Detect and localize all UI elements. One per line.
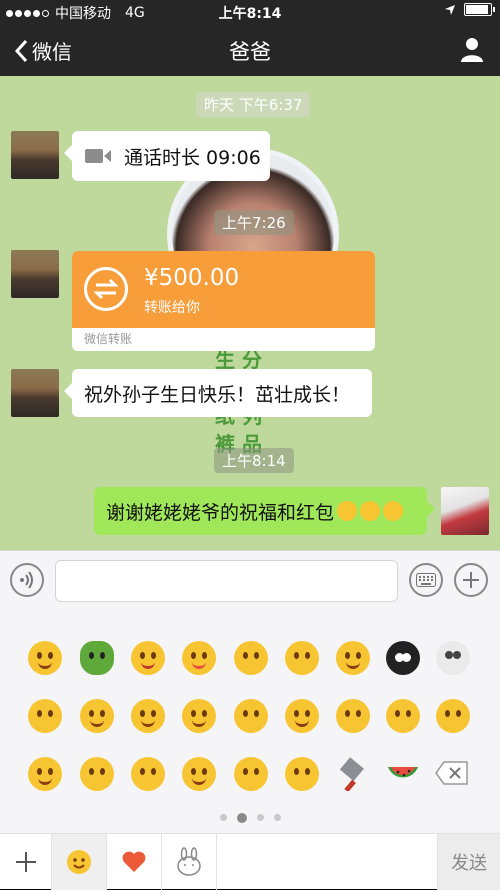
transfer-icon — [84, 267, 128, 311]
timestamp-yesterday: 昨天 下午6:37 — [196, 92, 311, 117]
battery-icon — [464, 3, 495, 16]
keyboard-icon — [416, 573, 436, 587]
cleaver-emoji-icon[interactable] — [336, 757, 370, 791]
emoji-page-indicator — [0, 813, 500, 823]
emoji-panel — [0, 611, 500, 833]
call-duration-bubble[interactable]: 通话时长 09:06 — [64, 131, 270, 181]
turtle-emoji-icon[interactable] — [80, 641, 114, 675]
watermelon-emoji-icon[interactable] — [386, 757, 420, 791]
sly-emoji-icon[interactable] — [182, 757, 216, 791]
grimace-emoji-icon[interactable] — [285, 699, 319, 733]
emoji-tab-bar: 发送 — [0, 833, 500, 890]
wronged-emoji-icon[interactable] — [80, 757, 114, 791]
sticker-pack-tab[interactable] — [162, 834, 217, 890]
sent-message-bubble[interactable]: 谢谢姥姥姥爷的祝福和红包 — [94, 487, 435, 535]
nose-pick-emoji-icon[interactable] — [234, 699, 268, 733]
location-icon — [445, 4, 455, 15]
sent-message-text: 谢谢姥姥姥爷的祝福和红包 — [106, 501, 335, 524]
backspace-icon[interactable] — [435, 761, 469, 785]
transfer-footer: 微信转账 — [84, 332, 133, 346]
timestamp-726: 上午7:26 — [214, 210, 294, 235]
skull-emoji-icon[interactable] — [436, 641, 470, 675]
status-time: 上午8:14 — [218, 6, 282, 22]
avatar[interactable] — [11, 250, 59, 298]
heart-icon — [122, 851, 146, 872]
call-duration-text: 通话时长 09:06 — [124, 146, 261, 169]
input-bar — [0, 550, 500, 611]
transfer-amount: ¥500.00 — [144, 265, 240, 291]
angry-emoji-icon[interactable] — [28, 757, 62, 791]
birthday-message-bubble[interactable]: 祝外孙子生日快乐！茁壮成长！ — [64, 369, 372, 417]
smirk-emoji-icon[interactable] — [182, 699, 216, 733]
default-emoji-tab[interactable] — [52, 834, 107, 890]
more-button[interactable] — [454, 563, 488, 597]
confused-emoji-icon[interactable] — [234, 641, 268, 675]
pondering-emoji-icon[interactable] — [80, 699, 114, 733]
tongue-emoji-icon[interactable] — [182, 641, 216, 675]
blowing-kiss-emoji-icon — [337, 501, 358, 521]
self-avatar[interactable] — [441, 487, 489, 535]
rabbit-icon — [177, 847, 201, 876]
grin-emoji-icon[interactable] — [28, 641, 62, 675]
chat-title: 爸爸 — [229, 40, 271, 64]
video-call-icon — [85, 149, 111, 163]
transfer-subtitle: 转账给你 — [144, 300, 200, 316]
chat-area[interactable]: 生 分洗 系纸 列裤 品 昨天 下午6:37 通话时长 09:06 上午7:26… — [0, 76, 500, 550]
smiley-icon — [67, 850, 91, 874]
timestamp-814: 上午8:14 — [214, 448, 294, 473]
sad-emoji-icon[interactable] — [131, 757, 165, 791]
blowing-kiss-emoji-icon — [360, 501, 381, 521]
nav-bar: 微信 爸爸 — [0, 24, 500, 76]
voice-toggle-button[interactable] — [10, 563, 44, 597]
bomb-emoji-icon[interactable] — [386, 641, 420, 675]
avatar[interactable] — [11, 131, 59, 179]
transfer-card[interactable]: ¥500.00 转账给你 微信转账 — [72, 251, 375, 351]
keyboard-toggle-button[interactable] — [409, 563, 443, 597]
add-emoji-tab[interactable] — [0, 834, 52, 890]
send-button[interactable]: 发送 — [437, 834, 500, 890]
favorites-emoji-tab[interactable] — [107, 834, 162, 890]
right-hum-emoji-icon[interactable] — [386, 699, 420, 733]
shush-emoji-icon[interactable] — [285, 641, 319, 675]
birthday-message-text: 祝外孙子生日快乐！茁壮成长！ — [84, 383, 351, 406]
dizzy-emoji-icon[interactable] — [336, 641, 370, 675]
blowing-kiss-emoji-icon — [383, 501, 404, 521]
profile-icon[interactable] — [458, 36, 486, 64]
scared-emoji-icon[interactable] — [285, 757, 319, 791]
yawn-emoji-icon[interactable] — [436, 699, 470, 733]
left-hum-emoji-icon[interactable] — [336, 699, 370, 733]
plus-icon — [463, 572, 479, 588]
status-bar: 中国移动 4G 上午8:14 — [0, 0, 500, 24]
plus-icon — [15, 852, 36, 872]
kiss-emoji-icon[interactable] — [234, 757, 268, 791]
message-input[interactable] — [55, 560, 398, 602]
hammer-emoji-icon[interactable] — [28, 699, 62, 733]
avatar[interactable] — [11, 369, 59, 417]
sweat-emoji-icon[interactable] — [131, 699, 165, 733]
voice-icon — [20, 571, 33, 589]
ninja-emoji-icon[interactable] — [131, 641, 165, 675]
